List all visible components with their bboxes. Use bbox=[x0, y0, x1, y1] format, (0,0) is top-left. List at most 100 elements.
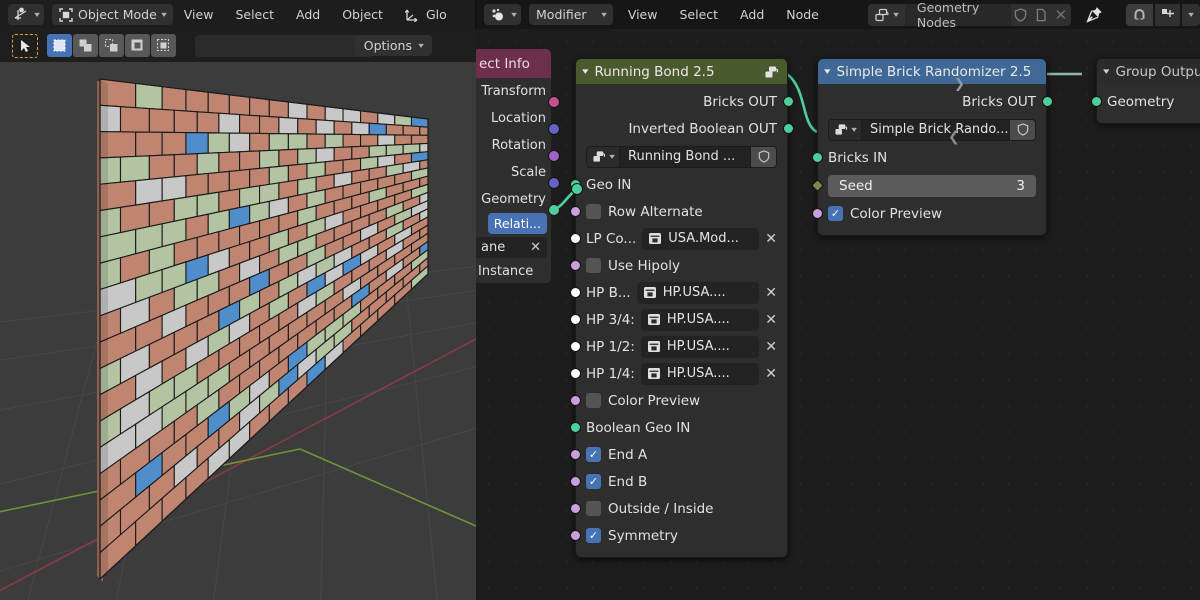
node-simple-brick-randomizer[interactable]: ▾ Simple Brick Randomizer 2.5 Bricks OUT bbox=[811, 58, 1053, 236]
fake-user-button[interactable] bbox=[1010, 118, 1036, 141]
node-input-hp-base[interactable]: HP B... HP.USA.... ✕ bbox=[569, 279, 787, 306]
node-header[interactable]: ▾ Simple Brick Randomizer 2.5 bbox=[818, 59, 1046, 84]
checkbox-color-preview[interactable]: ✓ bbox=[828, 206, 843, 221]
object-field[interactable]: ane ✕ bbox=[476, 237, 547, 258]
fake-user-button[interactable] bbox=[751, 145, 777, 168]
duplicate-nodetree-button[interactable] bbox=[1030, 3, 1051, 26]
clear-x-icon[interactable]: ✕ bbox=[765, 366, 777, 382]
object-selector-field[interactable]: USA.Mod... bbox=[642, 227, 760, 250]
chevron-down-icon[interactable]: ▾ bbox=[1103, 67, 1109, 77]
object-selector-field[interactable]: HP.USA.... bbox=[636, 281, 760, 304]
node-menu-view[interactable]: View bbox=[617, 4, 669, 25]
select-intersect-icon[interactable] bbox=[151, 34, 176, 57]
checkbox-color-preview[interactable] bbox=[586, 393, 601, 408]
socket-inverted-boolean-out[interactable] bbox=[782, 123, 794, 134]
socket-hp-quarter[interactable] bbox=[569, 368, 581, 379]
clear-x-icon[interactable]: ✕ bbox=[765, 312, 777, 328]
clear-x-icon[interactable]: ✕ bbox=[530, 240, 541, 255]
node-group-output[interactable]: ▾ Group Outpu Geometry bbox=[1090, 58, 1200, 124]
editor-type-selector-viewport[interactable]: ▾ bbox=[8, 4, 45, 25]
chevron-down-icon[interactable]: ▾ bbox=[824, 67, 830, 77]
viewport-menu-select[interactable]: Select bbox=[224, 4, 285, 25]
socket-geo-in[interactable] bbox=[569, 179, 581, 190]
snap-target-button[interactable] bbox=[1155, 3, 1180, 26]
node-input-row-alternate[interactable]: Row Alternate bbox=[569, 198, 787, 225]
snap-toggle-button[interactable] bbox=[1126, 3, 1153, 26]
object-mode-selector[interactable]: Object Mode ▾ bbox=[52, 4, 173, 25]
snap-options-button[interactable]: ▾ bbox=[1182, 3, 1200, 26]
node-context-selector[interactable]: Modifier ▾ bbox=[529, 4, 613, 25]
unlink-nodetree-button[interactable]: ✕ bbox=[1050, 3, 1071, 26]
socket-symmetry[interactable] bbox=[569, 530, 581, 541]
socket-hp-three-quarter[interactable] bbox=[569, 314, 581, 325]
socket-end-a[interactable] bbox=[569, 449, 581, 460]
tweak-tool-button[interactable] bbox=[12, 33, 38, 58]
panel-collapse-icon[interactable]: ❮ bbox=[948, 129, 960, 145]
socket-geometry[interactable] bbox=[1090, 96, 1102, 107]
select-box-icon[interactable] bbox=[47, 34, 72, 57]
select-extend-icon[interactable] bbox=[73, 34, 98, 57]
nodetree-browse-button[interactable]: ▾ bbox=[867, 3, 905, 26]
editor-type-selector-nodes[interactable]: ▾ bbox=[484, 4, 522, 25]
node-input-geometry[interactable]: Geometry bbox=[1090, 88, 1200, 115]
nodetree-name[interactable]: Geometry Nodes bbox=[904, 0, 1011, 30]
3d-viewport[interactable]: Options ▾ bbox=[0, 29, 476, 600]
viewport-menu-add[interactable]: Add bbox=[285, 4, 331, 25]
select-subtract-icon[interactable] bbox=[99, 34, 124, 57]
node-input-hp-half[interactable]: HP 1/2: HP.USA.... ✕ bbox=[569, 333, 787, 360]
node-input-hp-three-quarter[interactable]: HP 3/4: HP.USA.... ✕ bbox=[569, 306, 787, 333]
node-header[interactable]: ▾ Group Outpu bbox=[1097, 59, 1200, 84]
select-invert-icon[interactable] bbox=[125, 34, 150, 57]
checkbox-end-a[interactable]: ✓ bbox=[586, 447, 601, 462]
chevron-down-icon[interactable]: ▾ bbox=[582, 67, 588, 77]
socket-outside-inside[interactable] bbox=[569, 503, 581, 514]
node-input-boolean-geo-in[interactable]: Boolean Geo IN bbox=[569, 414, 787, 441]
node-input-symmetry[interactable]: ✓ Symmetry bbox=[569, 522, 787, 549]
socket-hp-base[interactable] bbox=[569, 287, 581, 298]
socket-bricks-out[interactable] bbox=[1041, 96, 1053, 107]
viewport-options-button[interactable]: Options ▾ bbox=[354, 35, 432, 56]
node-input-use-hipoly[interactable]: Use Hipoly bbox=[569, 252, 787, 279]
node-input-bricks-in[interactable]: Bricks IN bbox=[811, 144, 1046, 171]
relative-button[interactable]: Relati... bbox=[487, 213, 547, 234]
node-input-outside-inside[interactable]: Outside / Inside bbox=[569, 495, 787, 522]
fake-user-button[interactable] bbox=[1010, 3, 1031, 26]
checkbox-outside-inside[interactable] bbox=[586, 501, 601, 516]
clear-x-icon[interactable]: ✕ bbox=[765, 231, 777, 247]
clear-x-icon[interactable]: ✕ bbox=[765, 285, 777, 301]
clear-x-icon[interactable]: ✕ bbox=[765, 339, 777, 355]
panel-expand-icon[interactable]: ❯ bbox=[954, 77, 965, 92]
checkbox-symmetry[interactable]: ✓ bbox=[586, 528, 601, 543]
node-output-inverted-boolean-out[interactable]: Inverted Boolean OUT bbox=[576, 115, 794, 142]
socket-boolean-geo-in[interactable] bbox=[569, 422, 581, 433]
socket-use-hipoly[interactable] bbox=[569, 260, 581, 271]
node-menu-add[interactable]: Add bbox=[729, 4, 775, 25]
node-input-color-preview[interactable]: Color Preview bbox=[569, 387, 787, 414]
node-output-bricks-out[interactable]: Bricks OUT bbox=[576, 88, 794, 115]
browse-nodegroup-button[interactable]: ▾ bbox=[586, 145, 621, 168]
socket-bricks-in[interactable] bbox=[811, 152, 823, 163]
seed-value-field[interactable]: Seed 3 bbox=[828, 174, 1036, 197]
node-input-end-b[interactable]: ✓ End B bbox=[569, 468, 787, 495]
viewport-menu-view[interactable]: View bbox=[173, 4, 225, 25]
checkbox-end-b[interactable]: ✓ bbox=[586, 474, 601, 489]
socket-color-preview[interactable] bbox=[569, 395, 581, 406]
node-input-lp-collection[interactable]: LP Co... USA.Mod... ✕ bbox=[569, 225, 787, 252]
socket-lp-collection[interactable] bbox=[569, 233, 581, 244]
object-selector-field[interactable]: HP.USA.... bbox=[640, 308, 760, 331]
node-input-seed[interactable]: Seed 3 bbox=[811, 171, 1046, 200]
node-menu-select[interactable]: Select bbox=[668, 4, 729, 25]
node-header[interactable]: ▾ Running Bond 2.5 bbox=[576, 59, 787, 84]
object-selector-field[interactable]: HP.USA.... bbox=[640, 335, 760, 358]
node-output-bricks-out[interactable]: Bricks OUT bbox=[818, 88, 1053, 115]
nodegroup-name-field[interactable]: Simple Brick Rando... bbox=[862, 118, 1010, 141]
node-running-bond[interactable]: ▾ Running Bond 2.5 Bricks OUT Inverted B… bbox=[569, 58, 794, 558]
checkbox-use-hipoly[interactable] bbox=[586, 258, 601, 273]
node-input-geo-in[interactable]: Geo IN bbox=[569, 171, 787, 198]
node-menu-node[interactable]: Node bbox=[775, 4, 830, 25]
geometry-node-editor[interactable]: ❯ ❮ ect Info Transform Location Rotation… bbox=[476, 29, 1200, 600]
socket-bricks-out[interactable] bbox=[782, 96, 794, 107]
socket-end-b[interactable] bbox=[569, 476, 581, 487]
checkbox-row-alternate[interactable] bbox=[586, 204, 601, 219]
transform-orientation-selector[interactable]: Glo bbox=[404, 7, 447, 23]
